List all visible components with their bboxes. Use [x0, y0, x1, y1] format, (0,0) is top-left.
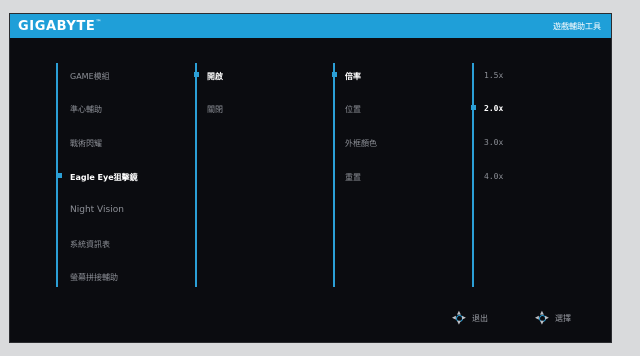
column-divider-2: [195, 63, 197, 287]
menu-item-tactical-flash[interactable]: 戰術閃耀: [70, 138, 102, 149]
dpad-icon: ▲ ▼ ◀ ▶: [535, 310, 549, 326]
exit-label: 退出: [472, 314, 488, 323]
dpad-icon: ▲ ▼ ◀ ▶: [452, 310, 466, 326]
menu-item-game-mode[interactable]: GAME模組: [70, 71, 110, 82]
tool-title: 遊戲輔助工具: [553, 21, 601, 31]
footer-select[interactable]: ▲ ▼ ◀ ▶ 選擇: [535, 310, 571, 326]
osd-header: GIGABYTE™ 遊戲輔助工具: [10, 14, 611, 38]
setting-magnification[interactable]: 倍率: [332, 71, 361, 82]
value-1-5x[interactable]: 1.5x: [484, 71, 503, 80]
setting-reset[interactable]: 重置: [345, 172, 361, 183]
column-divider-3: [333, 63, 335, 287]
selection-marker: [332, 72, 337, 77]
setting-position[interactable]: 位置: [345, 104, 361, 115]
column-divider-4: [472, 63, 474, 287]
selection-marker: [57, 173, 62, 178]
menu-item-eagle-eye[interactable]: Eagle Eye狙擊鏡: [57, 172, 138, 183]
setting-frame-color[interactable]: 外框顏色: [345, 138, 377, 149]
selection-marker: [471, 105, 476, 110]
brand-logo: GIGABYTE™: [18, 19, 102, 34]
value-4-0x[interactable]: 4.0x: [484, 172, 503, 181]
selection-marker: [194, 72, 199, 77]
menu-item-screen-splicing[interactable]: 螢幕拼接輔助: [70, 272, 118, 283]
menu-item-night-vision[interactable]: Night Vision: [70, 205, 124, 215]
brand-tm: ™: [95, 18, 103, 26]
select-label: 選擇: [555, 314, 571, 323]
menu-item-system-info[interactable]: 系統資訊表: [70, 239, 110, 250]
osd-panel: GIGABYTE™ 遊戲輔助工具 GAME模組 準心輔助 戰術閃耀 Eagle …: [9, 13, 612, 343]
menu-item-crosshair[interactable]: 準心輔助: [70, 104, 102, 115]
option-off[interactable]: 關閉: [207, 104, 223, 115]
brand-name: GIGABYTE: [18, 18, 96, 34]
option-on[interactable]: 開啟: [194, 71, 223, 82]
value-3-0x[interactable]: 3.0x: [484, 138, 503, 147]
value-2-0x[interactable]: 2.0x: [471, 104, 503, 113]
footer-exit[interactable]: ▲ ▼ ◀ ▶ 退出: [452, 310, 488, 326]
